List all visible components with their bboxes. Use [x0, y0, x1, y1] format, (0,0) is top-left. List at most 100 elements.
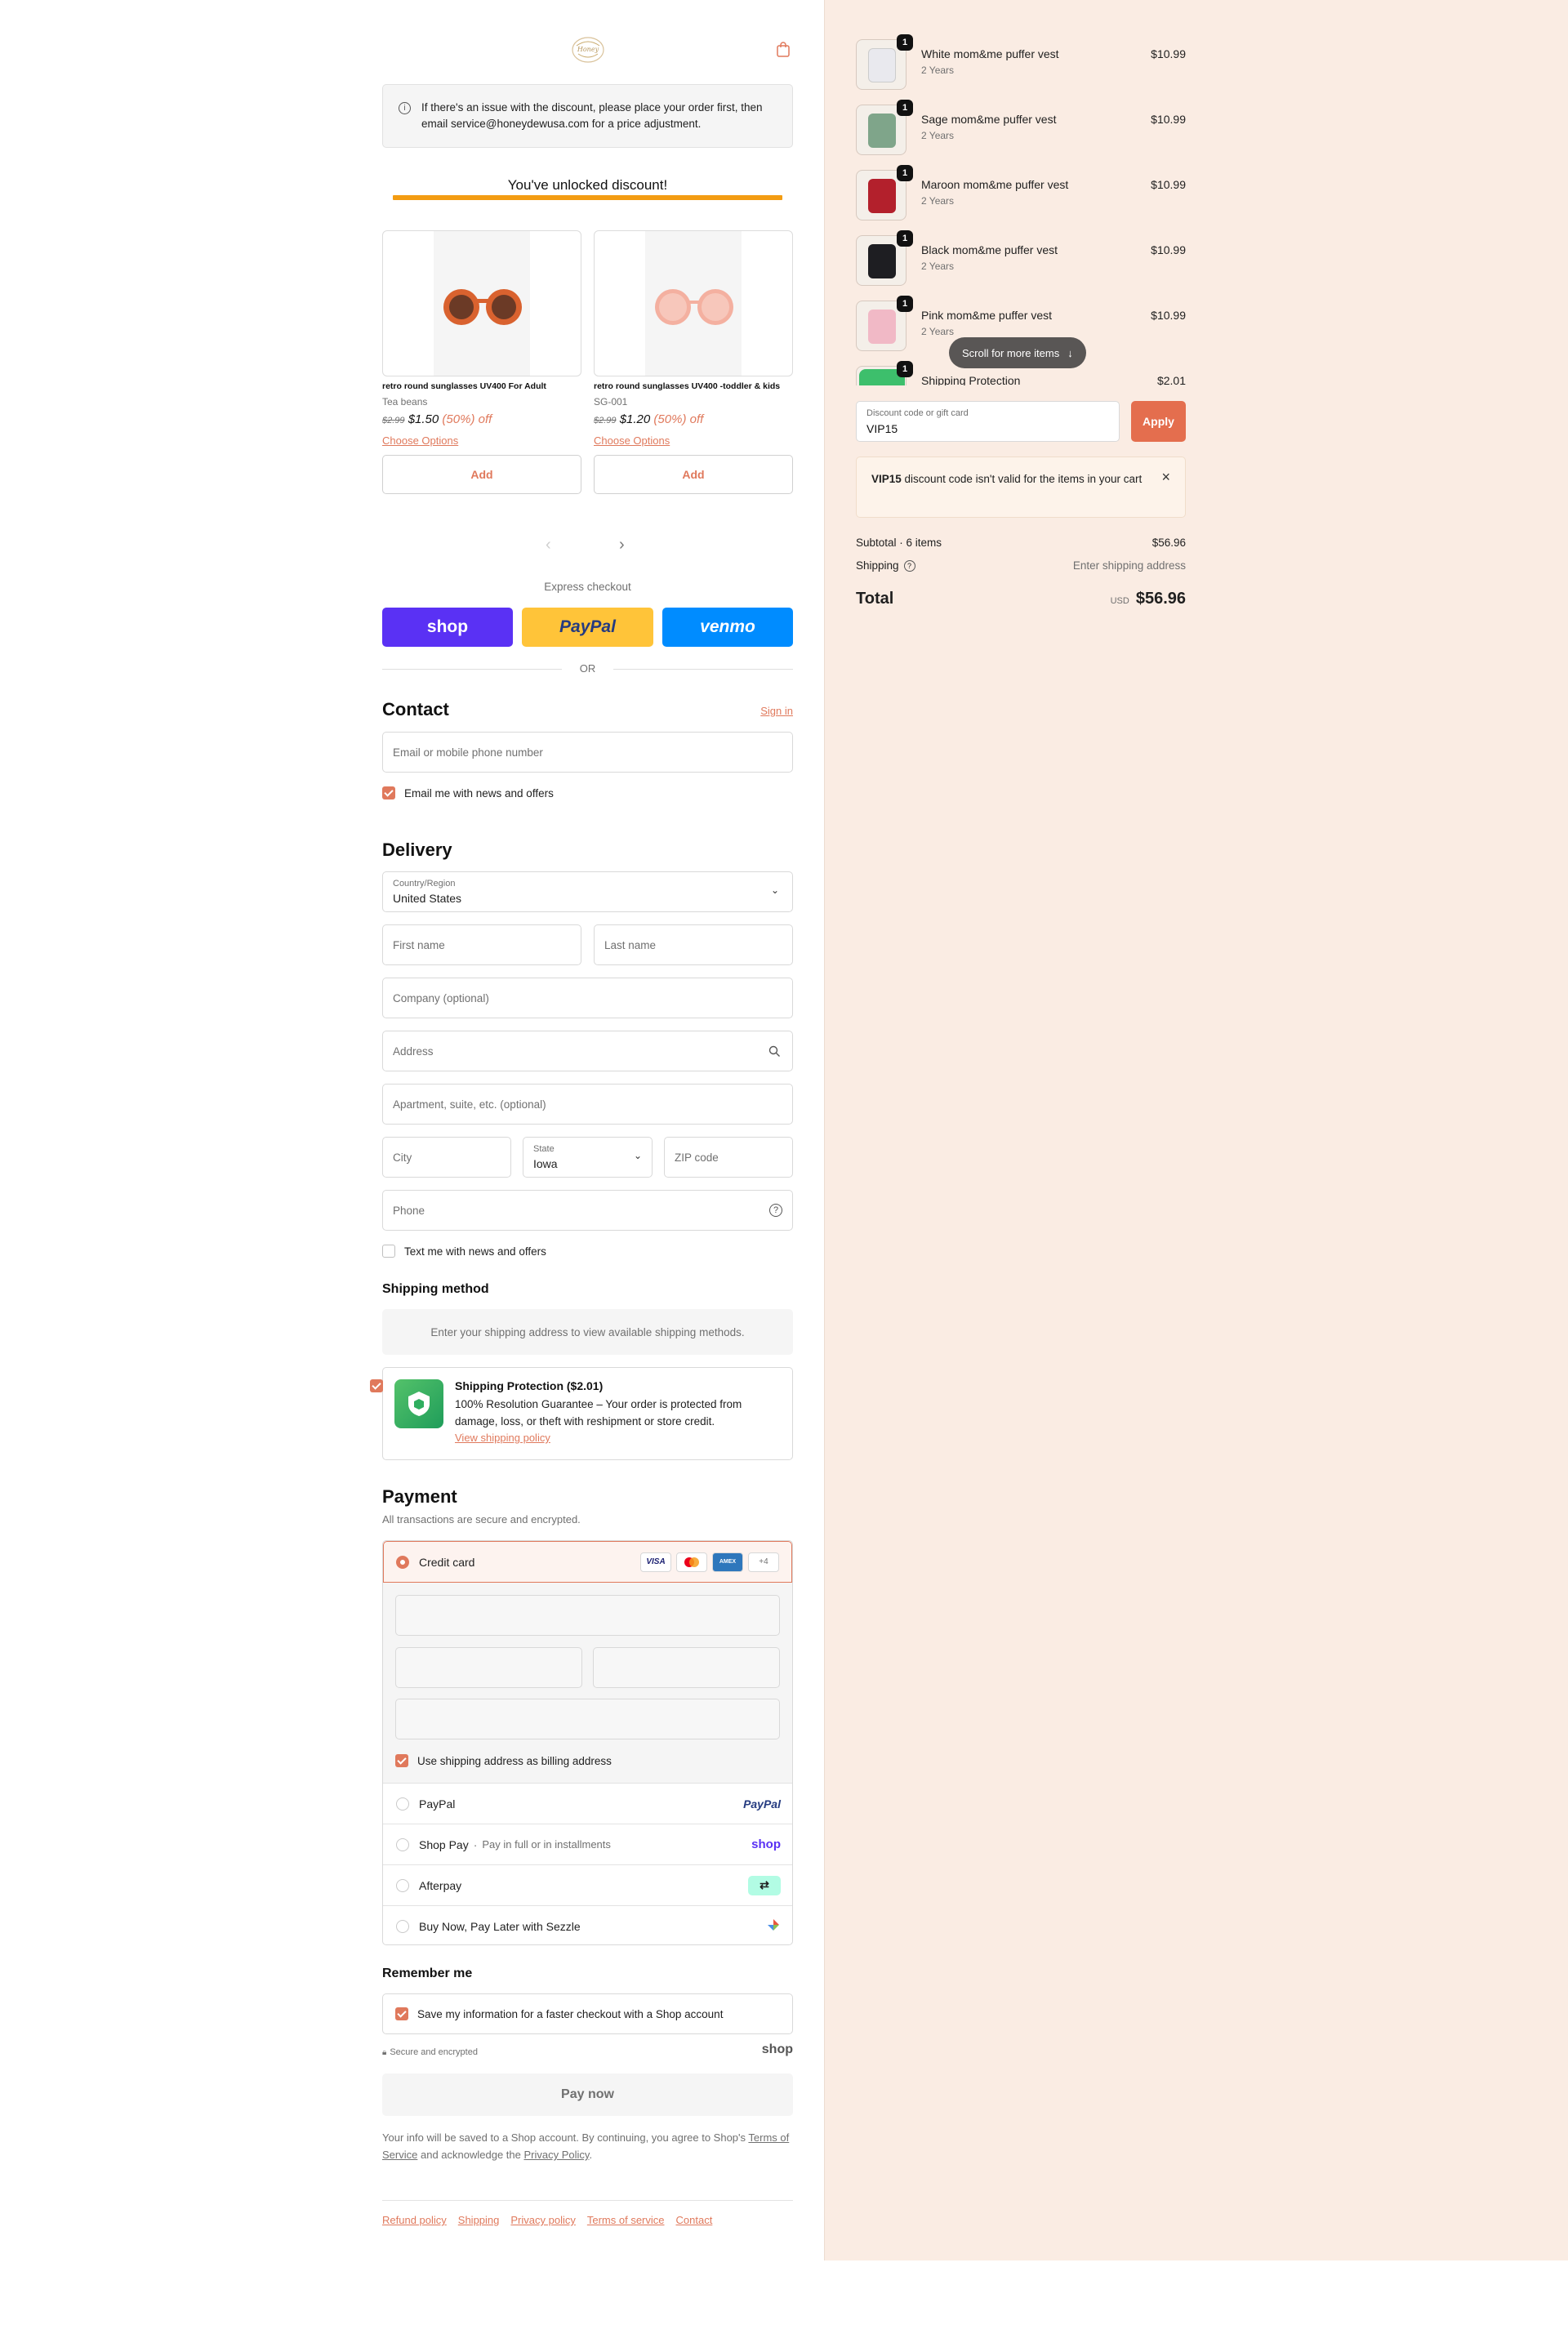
secure-text: Secure and encrypted [390, 2047, 478, 2057]
total-value: $56.96 [1135, 590, 1186, 608]
paypal-express-button[interactable]: PayPal [522, 608, 653, 647]
shop-pay-express-button[interactable]: shop [382, 608, 513, 647]
name-on-card-field[interactable] [395, 1699, 780, 1739]
more-cards-badge: +4 [748, 1552, 779, 1572]
quantity-badge: 1 [897, 296, 913, 312]
help-icon[interactable]: ? [769, 1204, 782, 1217]
zip-field[interactable]: ZIP code [664, 1137, 793, 1178]
shop-pay-option[interactable]: Shop Pay · Pay in full or in installment… [383, 1824, 792, 1864]
error-text: discount code isn't valid for the items … [904, 473, 1143, 485]
add-button[interactable]: Add [382, 455, 581, 494]
sezzle-option[interactable]: Buy Now, Pay Later with Sezzle [383, 1905, 792, 1944]
cart-item: 1 Sage mom&me puffer vest 2 Years $10.99 [856, 100, 1186, 157]
cart-items-scroll[interactable]: 1 White mom&me puffer vest 2 Years $10.9… [856, 31, 1186, 385]
contact-link[interactable]: Contact [676, 2214, 713, 2226]
city-field[interactable]: City [382, 1137, 511, 1178]
paypal-option[interactable]: PayPal PayPal [383, 1783, 792, 1824]
product-image[interactable] [594, 230, 793, 376]
shopping-bag-icon[interactable] [776, 41, 791, 57]
carousel-next-icon[interactable]: › [619, 536, 625, 555]
shop-pay-radio[interactable] [396, 1837, 409, 1851]
first-name-placeholder: First name [393, 938, 445, 951]
address-field[interactable]: Address [382, 1031, 793, 1071]
add-button[interactable]: Add [594, 455, 793, 494]
remember-me-checkbox[interactable] [395, 2007, 408, 2020]
carousel-prev-icon[interactable]: ‹ [546, 536, 551, 555]
choose-options-link[interactable]: Choose Options [382, 434, 581, 447]
shop-pay-separator: · [473, 1837, 478, 1851]
svg-text:Honey: Honey [577, 46, 599, 53]
remember-me-label: Save my information for a faster checkou… [417, 2007, 724, 2020]
sign-in-link[interactable]: Sign in [760, 705, 793, 717]
country-select[interactable]: Country/Region United States ⌄ [382, 871, 793, 912]
product-image[interactable] [382, 230, 581, 376]
quantity-badge: 1 [897, 165, 913, 181]
product-vendor: Tea beans [382, 396, 428, 408]
contact-title: Contact [382, 699, 449, 719]
company-placeholder: Company (optional) [393, 991, 489, 1004]
text-news-checkbox[interactable] [382, 1245, 395, 1258]
company-field[interactable]: Company (optional) [382, 978, 793, 1018]
apply-button[interactable]: Apply [1131, 401, 1186, 442]
card-number-field[interactable] [395, 1595, 780, 1636]
phone-field[interactable]: Phone ? [382, 1190, 793, 1231]
apartment-field[interactable]: Apartment, suite, etc. (optional) [382, 1084, 793, 1125]
store-logo[interactable]: Honey [570, 34, 606, 65]
paypal-logo-icon: PayPal [743, 1797, 781, 1811]
express-checkout-title: Express checkout [544, 581, 631, 593]
remember-me-box[interactable]: Save my information for a faster checkou… [382, 1993, 793, 2034]
state-select[interactable]: State Iowa ⌄ [523, 1137, 653, 1178]
first-name-field[interactable]: First name [382, 924, 581, 965]
terms-of-service-link[interactable]: Terms of service [587, 2214, 665, 2226]
pay-now-button[interactable]: Pay now [382, 2073, 793, 2116]
product-name[interactable]: retro round sunglasses UV400 -toddler & … [594, 381, 793, 391]
email-field[interactable]: Email or mobile phone number [382, 732, 793, 773]
expiration-field[interactable] [395, 1647, 582, 1688]
discount-code-field[interactable]: Discount code or gift card VIP15 [856, 401, 1120, 442]
afterpay-radio[interactable] [396, 1878, 409, 1892]
billing-address-checkbox[interactable] [395, 1754, 408, 1767]
subtotal-label: Subtotal · 6 items [856, 537, 942, 549]
choose-options-link[interactable]: Choose Options [594, 434, 793, 447]
scroll-for-more-button[interactable]: Scroll for more items ↓ [949, 337, 1086, 368]
state-value: Iowa [533, 1157, 558, 1170]
notice-text: If there's an issue with the discount, p… [421, 101, 763, 130]
credit-card-option[interactable]: Credit card VISA AMEX +4 [383, 1541, 792, 1583]
billing-address-checkbox-row[interactable]: Use shipping address as billing address [395, 1754, 612, 1767]
secure-encrypted-note: 🔒︎ Secure and encrypted [382, 2047, 478, 2057]
credit-card-radio[interactable] [396, 1555, 409, 1569]
item-price: $10.99 [1151, 178, 1186, 191]
discount-error: VIP15 discount code isn't valid for the … [856, 457, 1186, 518]
afterpay-option[interactable]: Afterpay ⇄ [383, 1864, 792, 1905]
subtotal-value: $56.96 [1152, 537, 1186, 549]
security-code-field[interactable] [593, 1647, 780, 1688]
venmo-express-button[interactable]: venmo [662, 608, 793, 647]
item-variant: 2 Years [921, 261, 955, 272]
shipping-protection-box[interactable]: Shipping Protection ($2.01) 100% Resolut… [370, 1367, 793, 1460]
product-name[interactable]: retro round sunglasses UV400 For Adult [382, 381, 581, 391]
last-name-field[interactable]: Last name [594, 924, 793, 965]
product-price: $2.99 $1.20 (50%) off [594, 412, 793, 426]
view-shipping-policy-link[interactable]: View shipping policy [455, 1432, 550, 1444]
item-name: Maroon mom&me puffer vest [921, 178, 1069, 191]
protection-text: 100% Resolution Guarantee – Your order i… [455, 1398, 742, 1428]
email-news-checkbox-row[interactable]: Email me with news and offers [382, 786, 554, 799]
help-icon[interactable]: ? [903, 559, 915, 572]
paypal-option-label: PayPal [419, 1797, 456, 1811]
item-variant: 2 Years [921, 65, 955, 76]
privacy-link[interactable]: Privacy Policy [523, 2149, 589, 2161]
privacy-policy-link[interactable]: Privacy policy [510, 2214, 575, 2226]
refund-policy-link[interactable]: Refund policy [382, 2214, 447, 2226]
footer-divider [382, 2200, 793, 2201]
sezzle-radio[interactable] [396, 1919, 409, 1933]
paypal-radio[interactable] [396, 1797, 409, 1811]
close-icon[interactable]: × [1161, 469, 1170, 486]
protection-checkbox[interactable] [370, 1379, 383, 1392]
shipping-link[interactable]: Shipping [458, 2214, 500, 2226]
email-news-checkbox[interactable] [382, 786, 395, 799]
arrow-down-icon: ↓ [1067, 346, 1073, 359]
item-variant: 2 Years [921, 195, 955, 207]
text-news-checkbox-row[interactable]: Text me with news and offers [382, 1245, 546, 1258]
remember-me-title: Remember me [382, 1966, 473, 1980]
discount-percent: (50%) off [442, 412, 492, 426]
